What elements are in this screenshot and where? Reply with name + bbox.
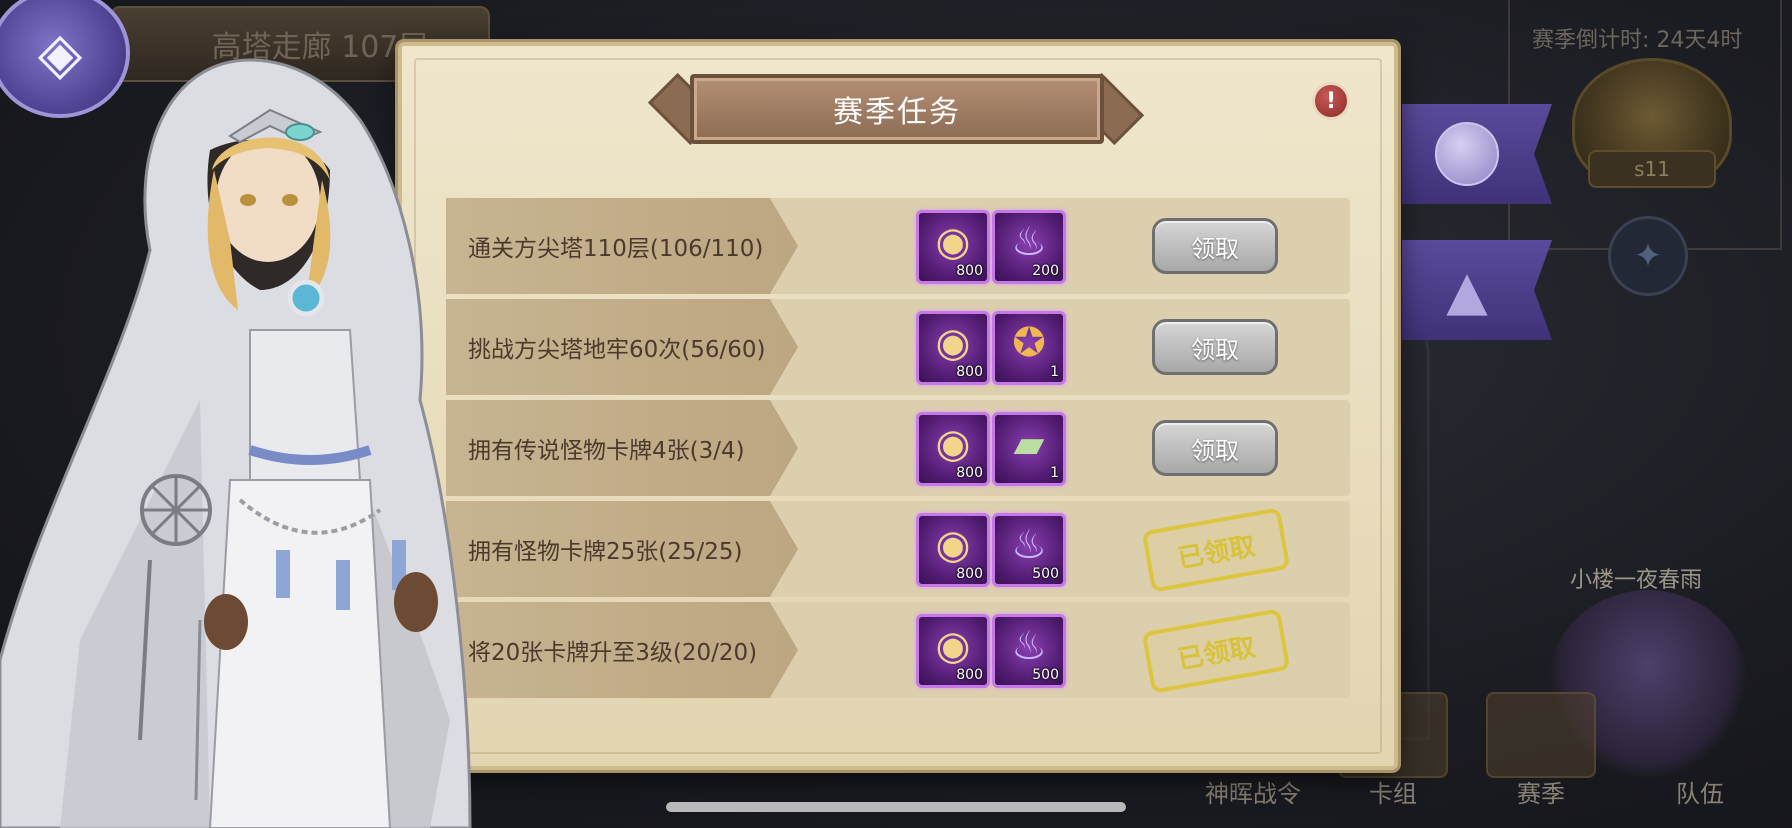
reward-slot[interactable]: ◉ 800	[916, 614, 990, 688]
reward-slot[interactable]: ♨ 500	[992, 614, 1066, 688]
reward-quantity: 800	[956, 465, 983, 481]
player-name: 小楼一夜春雨	[1570, 568, 1703, 593]
reward-slot[interactable]: ▰ 1	[992, 412, 1066, 486]
purple-flame-icon: ♨	[1011, 522, 1047, 568]
reward-slot[interactable]: ♨ 500	[992, 513, 1066, 587]
dialog-title-plaque: 赛季任务	[647, 72, 1145, 146]
world-flag-button[interactable]	[1402, 104, 1552, 204]
hooded-character-illustration	[0, 58, 472, 828]
reward-quantity: 1	[1050, 465, 1059, 481]
task-label: 通关方尖塔110层(106/110)	[446, 198, 798, 294]
task-label: 拥有传说怪物卡牌4张(3/4)	[446, 400, 798, 496]
nav-season[interactable]: 赛季	[1486, 770, 1596, 812]
reward-quantity: 500	[1032, 667, 1059, 683]
task-label: 将20张卡牌升至3级(20/20)	[446, 602, 798, 698]
claimed-stamp: 已领取	[1141, 507, 1291, 593]
reward-quantity: 800	[956, 364, 983, 380]
task-row: 拥有怪物卡牌25张(25/25) ◉ 800 ♨ 500 已领取	[446, 501, 1350, 597]
reward-slot[interactable]: ◉ 800	[916, 311, 990, 385]
gold-coin-icon: ◉	[935, 522, 971, 568]
nav-battle-pass[interactable]: 神晖战令	[1176, 770, 1330, 812]
info-icon[interactable]: !	[1312, 82, 1350, 120]
reward-slot[interactable]: ✪ 1	[992, 311, 1066, 385]
gold-coin-icon: ◉	[935, 320, 971, 366]
reward-quantity: 200	[1032, 263, 1059, 279]
tower-flag-button[interactable]: ▲	[1402, 240, 1552, 340]
season-task-dialog: 赛季任务 ! 通关方尖塔110层(106/110) ◉ 800 ♨ 200 领取…	[398, 42, 1398, 770]
season-book-art	[1486, 692, 1596, 778]
reward-slot[interactable]: ◉ 800	[916, 210, 990, 284]
purple-flame-icon: ♨	[1011, 219, 1047, 265]
task-row: 通关方尖塔110层(106/110) ◉ 800 ♨ 200 领取	[446, 198, 1350, 294]
nav-deck[interactable]: 卡组	[1338, 770, 1448, 812]
reward-quantity: 800	[956, 667, 983, 683]
reward-slot[interactable]: ◉ 800	[916, 412, 990, 486]
task-row: 拥有传说怪物卡牌4张(3/4) ◉ 800 ▰ 1 领取	[446, 400, 1350, 496]
nav-team[interactable]: 队伍	[1640, 770, 1760, 812]
task-label: 拥有怪物卡牌25张(25/25)	[446, 501, 798, 597]
claimed-stamp: 已领取	[1141, 608, 1291, 694]
claim-button[interactable]: 领取	[1152, 319, 1278, 375]
tower-blocks-icon: ▲	[1446, 258, 1488, 322]
home-indicator[interactable]	[666, 802, 1126, 812]
reward-slot[interactable]: ♨ 200	[992, 210, 1066, 284]
gold-coin-icon: ◉	[935, 219, 971, 265]
dialog-title: 赛季任务	[690, 74, 1104, 144]
globe-icon	[1435, 122, 1499, 186]
task-row: 将20张卡牌升至3级(20/20) ◉ 800 ♨ 500 已领取	[446, 602, 1350, 698]
green-card-icon: ▰	[1013, 421, 1045, 467]
task-list: 通关方尖塔110层(106/110) ◉ 800 ♨ 200 领取 挑战方尖塔地…	[446, 198, 1350, 703]
reward-quantity: 500	[1032, 566, 1059, 582]
claim-button[interactable]: 领取	[1152, 218, 1278, 274]
season-badge: s11	[1588, 150, 1716, 188]
task-row: 挑战方尖塔地牢60次(56/60) ◉ 800 ✪ 1 领取	[446, 299, 1350, 395]
golden-relic-icon: ✪	[1012, 320, 1046, 366]
compass-icon[interactable]: ✦	[1608, 216, 1688, 296]
gold-coin-icon: ◉	[935, 421, 971, 467]
purple-flame-icon: ♨	[1011, 623, 1047, 669]
reward-quantity: 1	[1050, 364, 1059, 380]
reward-quantity: 800	[956, 263, 983, 279]
task-label: 挑战方尖塔地牢60次(56/60)	[446, 299, 798, 395]
gold-coin-icon: ◉	[935, 623, 971, 669]
reward-quantity: 800	[956, 566, 983, 582]
claim-button[interactable]: 领取	[1152, 420, 1278, 476]
reward-slot[interactable]: ◉ 800	[916, 513, 990, 587]
season-countdown: 赛季倒计时: 24天4时	[1532, 28, 1743, 53]
